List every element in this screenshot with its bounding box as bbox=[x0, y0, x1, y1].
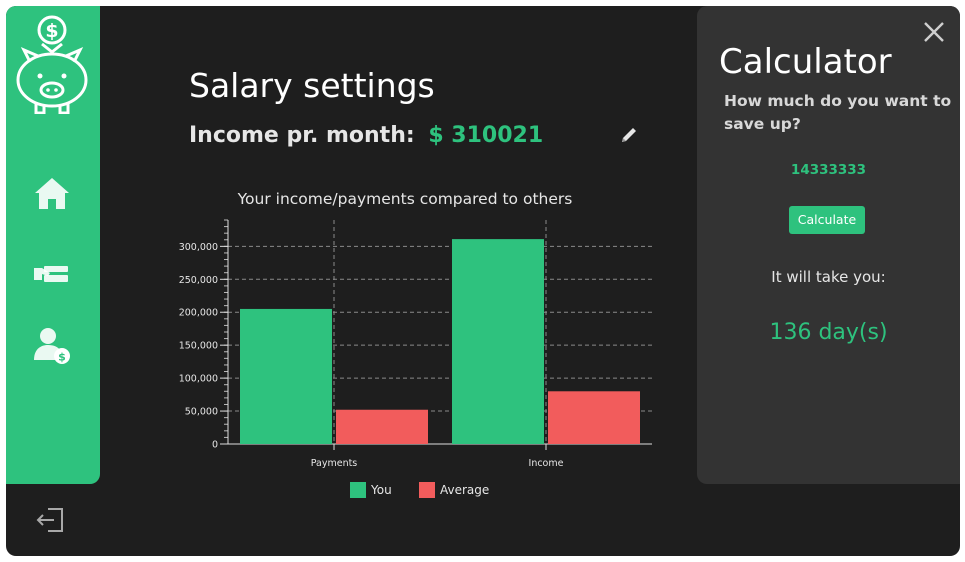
legend-label: Average bbox=[440, 483, 489, 497]
calculator-question: How much do you want to save up? bbox=[724, 92, 952, 133]
y-tick-label: 150,000 bbox=[179, 341, 218, 352]
legend-swatch bbox=[350, 482, 366, 498]
logout-icon[interactable] bbox=[36, 506, 66, 534]
y-tick-label: 250,000 bbox=[179, 275, 218, 286]
close-icon[interactable] bbox=[922, 20, 946, 44]
calculator-title: Calculator bbox=[719, 42, 892, 82]
chart-svg: Your income/payments compared to others 0… bbox=[179, 190, 652, 498]
legend-label: You bbox=[370, 483, 392, 497]
user-salary-icon[interactable]: $ bbox=[32, 326, 72, 366]
y-tick-label: 300,000 bbox=[179, 242, 218, 253]
pencil-icon[interactable] bbox=[618, 124, 640, 146]
app-window: $ $ Salary settings Income pr. month: $ … bbox=[6, 6, 960, 556]
legend-swatch bbox=[419, 482, 435, 498]
y-tick-label: 100,000 bbox=[179, 374, 218, 385]
piggy-bank-icon: $ bbox=[16, 15, 88, 114]
svg-text:$: $ bbox=[45, 20, 58, 42]
bar-you-income bbox=[452, 239, 544, 444]
calculator-panel: Calculator How much do you want to save … bbox=[697, 6, 960, 484]
x-tick-label: Payments bbox=[311, 458, 358, 469]
result-value: 136 day(s) bbox=[769, 320, 888, 345]
income-chart: Your income/payments compared to others 0… bbox=[156, 178, 656, 508]
save-amount[interactable]: 14333333 bbox=[697, 162, 960, 178]
sidebar: $ $ bbox=[6, 6, 100, 484]
income-value: $ 310021 bbox=[428, 123, 544, 148]
income-label: Income pr. month: bbox=[189, 123, 415, 148]
bar-you-payments bbox=[240, 308, 332, 444]
result-label: It will take you: bbox=[771, 268, 886, 286]
home-icon[interactable] bbox=[32, 174, 72, 214]
calculate-button[interactable]: Calculate bbox=[789, 206, 865, 234]
y-tick-label: 200,000 bbox=[179, 308, 218, 319]
income-line: Income pr. month: $ 310021 bbox=[189, 123, 543, 148]
y-tick-label: 0 bbox=[212, 440, 218, 451]
bar-average-payments bbox=[336, 409, 428, 444]
y-tick-label: 50,000 bbox=[185, 407, 218, 418]
payments-icon[interactable] bbox=[32, 256, 72, 296]
bar-average-income bbox=[548, 391, 640, 444]
chart-title: Your income/payments compared to others bbox=[237, 190, 573, 208]
svg-text:$: $ bbox=[58, 351, 66, 364]
page-title: Salary settings bbox=[189, 66, 435, 105]
x-tick-label: Income bbox=[529, 458, 564, 469]
